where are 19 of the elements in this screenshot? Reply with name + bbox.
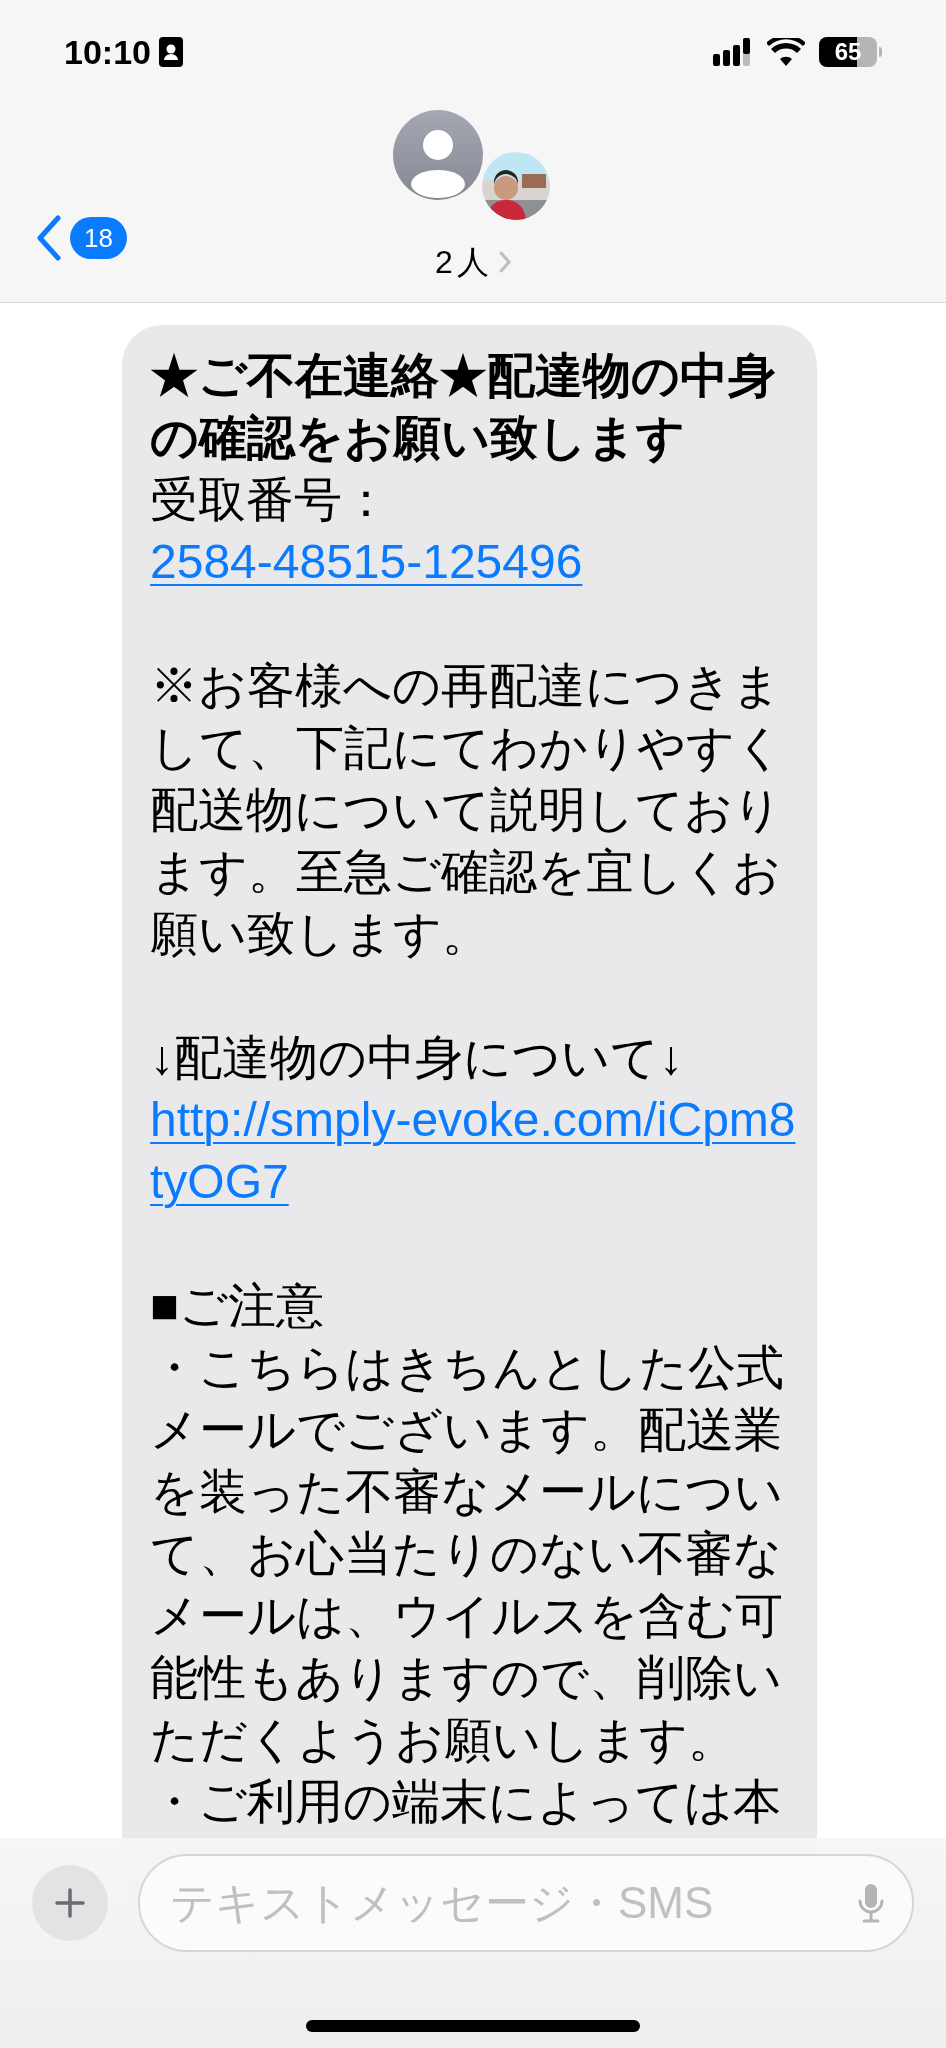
message-text: ※お客様への再配達につきまして、下記にてわかりやすく配送物について説明しております。至急ご確認を宜しくお願い致します。 (150, 658, 785, 962)
signal-icon (713, 38, 753, 66)
id-card-icon (158, 37, 183, 67)
message-text: ↓配達物の中身について↓ (150, 1030, 684, 1086)
message-text: ■ご注意 (150, 1278, 325, 1334)
group-name-button[interactable]: 2人 (435, 238, 511, 286)
wifi-icon (767, 38, 805, 66)
back-chevron-icon[interactable] (36, 215, 62, 261)
message-link[interactable]: 2584-48515-125496 (150, 531, 797, 593)
message-text: 受取番号： (150, 472, 391, 528)
microphone-icon[interactable] (858, 1883, 884, 1923)
status-time: 10:10 (64, 31, 151, 73)
chevron-right-icon[interactable] (498, 251, 511, 273)
message-input[interactable]: テキストメッセージ・SMS (138, 1854, 914, 1952)
message-link[interactable]: http://smply-evoke.com/iCpm8tyOG7 (150, 1089, 797, 1213)
message-text: ・ご利用の端末によっては本 (150, 1774, 782, 1830)
message-heading: ★ご不在連絡★配達物の中身の確認をお願い致します (150, 348, 777, 466)
message-text: ・こちらはきちんとした公式メールでございます。配送業を装った不審なメールについて、お心当たりのない不審なメールは、ウイルスを含む可能性もありますので、削除いただくようお願いします。 (150, 1340, 785, 1768)
plus-icon[interactable] (54, 1887, 86, 1919)
